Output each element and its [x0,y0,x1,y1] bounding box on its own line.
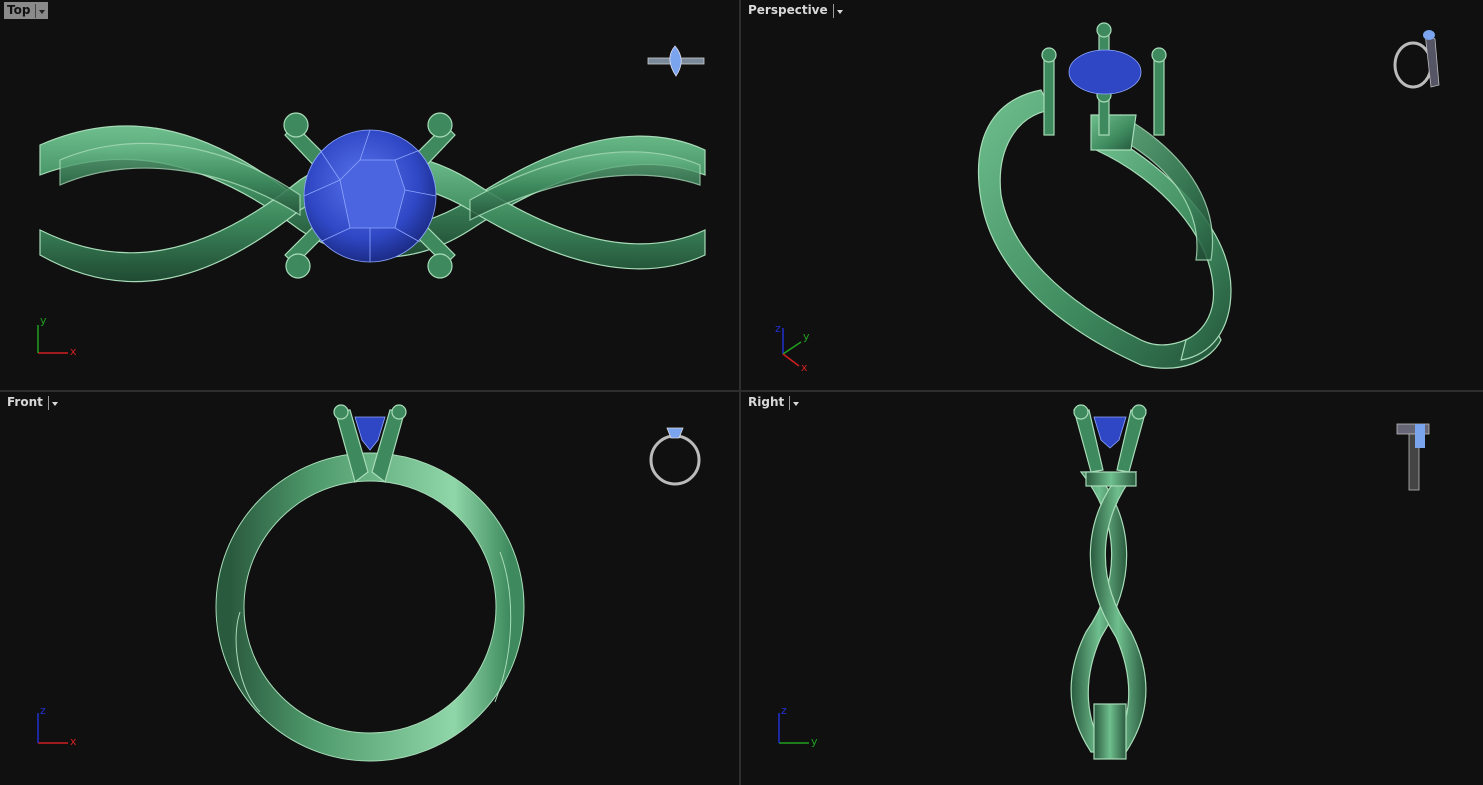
viewport-title-front[interactable]: Front [4,394,61,411]
gem [1068,49,1142,95]
svg-text:y: y [40,315,47,327]
viewport-front[interactable]: z x Front [0,392,739,785]
viewport-title-label: Top [7,3,31,17]
chevron-down-icon[interactable] [35,3,46,18]
ring-front-view [215,404,525,762]
viewport-title-perspective[interactable]: Perspective [745,2,846,19]
viewport-right[interactable]: z y Right [741,392,1483,785]
svg-text:y: y [803,330,810,343]
viewport-title-label: Right [748,395,785,409]
viewport-grid: y x Top z y x Perspective z x Front z y … [0,0,1483,785]
gem [1093,416,1127,449]
chevron-down-icon[interactable] [789,395,800,410]
ring-right-view [1070,404,1147,760]
viewport-title-top[interactable]: Top [4,2,49,19]
svg-text:x: x [70,345,77,358]
ring-thumbnail-icon [649,427,701,486]
axis-triad-icon: z x [37,705,77,748]
axis-triad-icon: y x [37,315,77,358]
chevron-down-icon[interactable] [47,395,58,410]
viewport-title-label: Perspective [748,3,828,17]
axis-triad-icon: z y [778,705,818,748]
ring-thumbnail-icon [1396,423,1430,491]
viewport-title-label: Front [7,395,43,409]
svg-text:z: z [781,705,787,717]
ring-thumbnail-icon [647,45,705,77]
svg-text:z: z [775,322,781,335]
svg-text:z: z [40,705,46,717]
axis-triad-icon: z y x [775,322,810,372]
viewport-perspective[interactable]: z y x Perspective [741,0,1483,390]
viewport-title-right[interactable]: Right [745,394,802,411]
gem [303,129,437,263]
ring-perspective-view [977,22,1232,369]
svg-text:x: x [801,361,808,372]
svg-text:x: x [70,735,77,748]
ring-thumbnail-icon [1393,30,1440,89]
chevron-down-icon[interactable] [832,3,843,18]
viewport-top[interactable]: y x Top [0,0,739,390]
ring-top-view [39,112,706,283]
svg-text:y: y [811,735,818,748]
